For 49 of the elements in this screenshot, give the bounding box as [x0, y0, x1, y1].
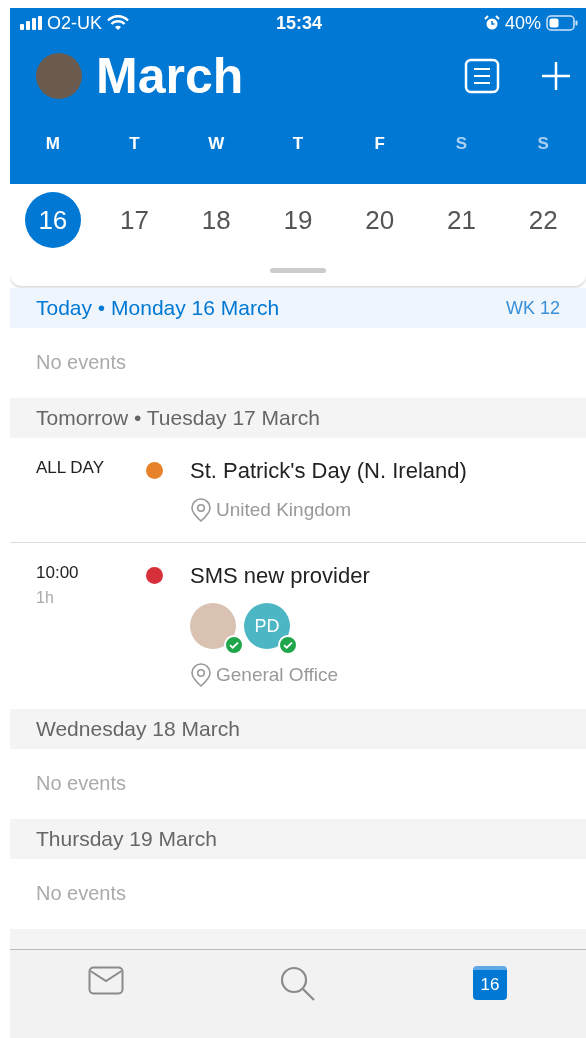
no-events-text: No events [35, 880, 128, 906]
event-title: SMS new provider [190, 563, 370, 589]
day-heading: Wednesday 18 March [36, 717, 240, 741]
date-button[interactable]: 22 [515, 192, 572, 248]
attendee-initials: PD [244, 603, 290, 649]
alarm-icon [483, 15, 500, 31]
calendar-tab[interactable]: 16 [473, 966, 507, 1000]
wifi-icon [107, 15, 129, 31]
location-pin-icon [190, 498, 212, 522]
date-button[interactable]: 20 [351, 192, 408, 248]
event-location: United Kingdom [216, 499, 352, 521]
no-events-text: No events [35, 349, 128, 375]
weekday-label: F [373, 134, 386, 154]
weekday-label: M [44, 134, 61, 154]
week-number: WK 12 [505, 297, 560, 319]
event-title: St. Patrick's Day (N. Ireland) [190, 458, 467, 484]
weekday-label: S [536, 134, 550, 154]
battery-percent: 40% [504, 12, 541, 34]
weekday-label: T [291, 134, 305, 154]
date-button[interactable]: 16 [24, 192, 81, 248]
add-icon[interactable] [540, 60, 572, 92]
date-button[interactable]: 18 [188, 192, 245, 248]
attendee-avatar [190, 603, 236, 649]
list-view-icon[interactable] [464, 58, 500, 94]
event-row[interactable]: ALL DAY St. Patrick's Day (N. Ireland) United Kingdom [10, 438, 586, 542]
date-button[interactable]: 19 [270, 192, 326, 248]
location-pin-icon [190, 663, 212, 687]
day-heading: Tomorrow • Tuesday 17 March [36, 406, 320, 430]
signal-icon [20, 16, 42, 30]
date-button[interactable]: 17 [106, 192, 163, 248]
month-title: March [96, 47, 244, 105]
no-events-text: No events [35, 770, 128, 796]
battery-icon [546, 15, 578, 31]
event-time: 10:00 [36, 563, 80, 583]
search-icon[interactable] [280, 966, 316, 1002]
date-button[interactable]: 21 [433, 192, 490, 248]
mail-icon[interactable] [88, 966, 124, 995]
event-row[interactable]: 10:00 1h SMS new provider PD General Office [10, 542, 586, 707]
weekday-label: T [128, 134, 141, 154]
status-time: 15:34 [275, 12, 322, 34]
event-location: General Office [216, 664, 339, 686]
weekday-label: W [207, 134, 226, 154]
carrier-name: O2-UK [47, 12, 102, 34]
day-heading: Thursday 19 March [36, 827, 217, 851]
event-time: ALL DAY [36, 458, 106, 478]
drag-handle[interactable] [270, 268, 326, 273]
event-duration: 1h [36, 589, 55, 607]
weekday-label: S [454, 134, 469, 154]
day-heading: Today • Monday 16 March [36, 296, 280, 320]
